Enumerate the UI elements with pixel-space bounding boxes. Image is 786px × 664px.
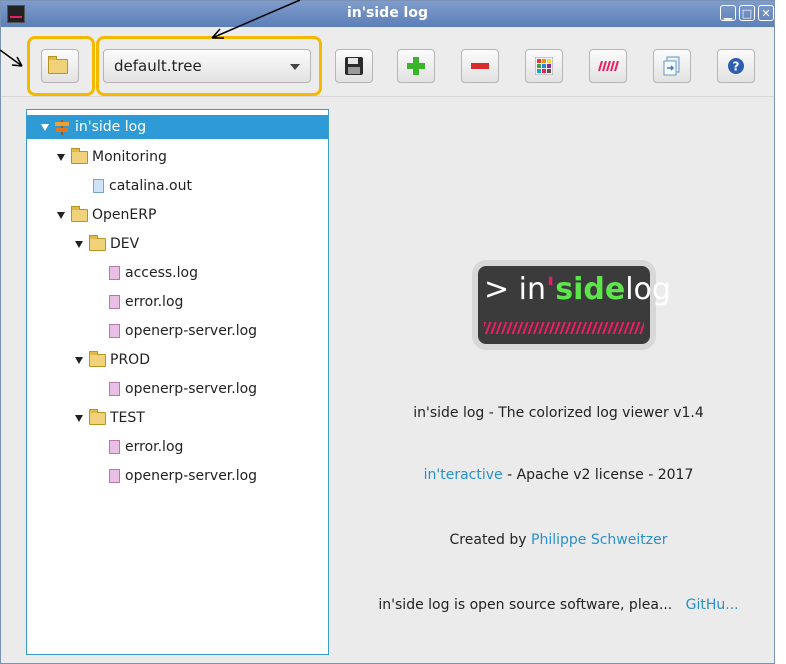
- annotation-arrows: [0, 0, 301, 67]
- arrow-to-open-button: [0, 49, 23, 67]
- arrow-to-tree-select: [211, 0, 301, 39]
